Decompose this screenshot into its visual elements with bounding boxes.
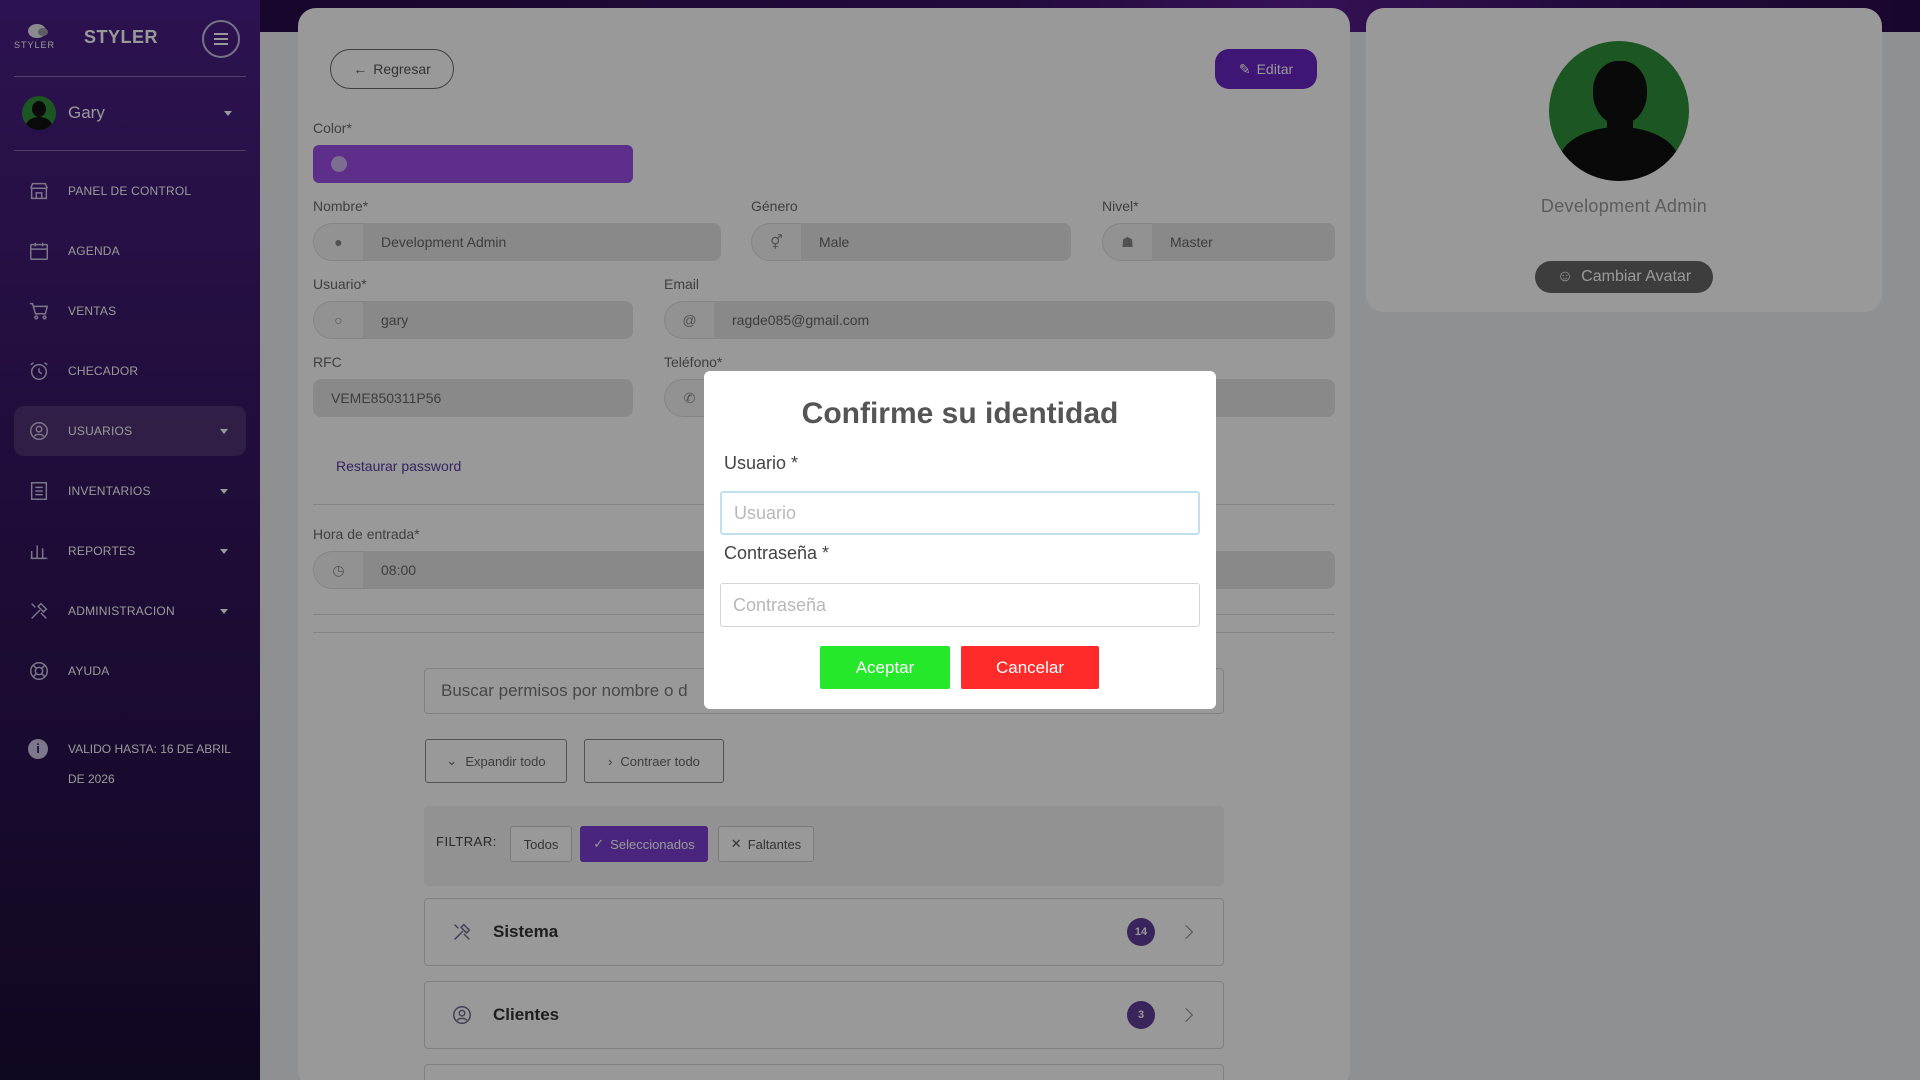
accept-button[interactable]: Aceptar [820, 646, 950, 689]
password-input[interactable] [720, 583, 1200, 627]
dialog-title: Confirme su identidad [801, 397, 1119, 430]
password-label: Contraseña * [724, 543, 830, 563]
username-input[interactable] [720, 491, 1200, 535]
confirm-identity-dialog: Confirme su identidad Usuario * Contrase… [704, 371, 1216, 709]
cancel-button[interactable]: Cancelar [961, 646, 1099, 689]
username-label: Usuario * [724, 453, 799, 473]
